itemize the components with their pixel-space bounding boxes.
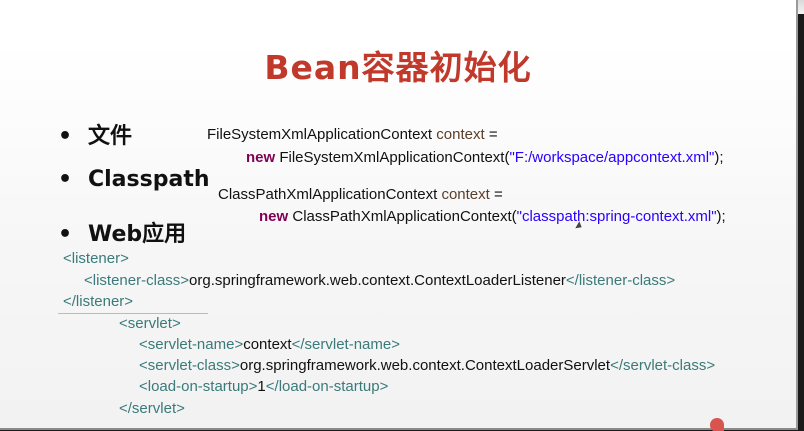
presentation-slide: Bean容器初始化 • 文件 • Classpath • Web应用 FileSyst…: [0, 0, 798, 430]
code-end: );: [716, 208, 726, 225]
bullet-label: 文件: [88, 124, 133, 149]
xml-tag: <servlet>: [119, 315, 181, 332]
code-type: ClassPathXmlApplicationContext: [218, 186, 438, 203]
code-type: FileSystemXmlApplicationContext: [207, 126, 433, 143]
code-call: FileSystemXmlApplicationContext(: [279, 149, 510, 166]
file-code-line-1: FileSystemXmlApplicationContext context …: [207, 126, 498, 143]
xml-listener-open: <listener>: [63, 250, 129, 267]
xml-listener-class: <listener-class>org.springframework.web.…: [84, 272, 675, 289]
bullet-web: • Web应用: [58, 216, 186, 248]
xml-tag: <listener-class>: [84, 272, 190, 289]
xml-value: context: [243, 336, 292, 353]
classpath-code-line-2: new ClassPathXmlApplicationContext("clas…: [259, 208, 726, 225]
code-equals: =: [494, 186, 503, 203]
logo-mark-icon: [710, 418, 724, 431]
xml-servlet-open: <servlet>: [119, 315, 181, 332]
bullet-dot-icon: •: [58, 124, 73, 149]
code-keyword: new: [259, 208, 289, 225]
xml-tag: </load-on-startup>: [265, 378, 389, 395]
xml-servlet-name: <servlet-name>context</servlet-name>: [139, 336, 400, 353]
bullet-classpath: • Classpath: [58, 167, 210, 192]
separator-line: [58, 313, 208, 314]
xml-tag: <servlet-name>: [139, 336, 244, 353]
xml-load-on-startup: <load-on-startup>1</load-on-startup>: [139, 378, 388, 395]
xml-servlet-class: <servlet-class>org.springframework.web.c…: [139, 357, 715, 374]
xml-tag: <listener>: [63, 250, 129, 267]
xml-tag: </servlet-name>: [291, 336, 400, 353]
code-call: ClassPathXmlApplicationContext(: [292, 208, 517, 225]
code-end: );: [714, 149, 724, 166]
xml-tag: </listener-class>: [565, 272, 676, 289]
classpath-code-line-1: ClassPathXmlApplicationContext context =: [218, 186, 503, 203]
xml-listener-close: </listener>: [63, 293, 133, 310]
code-variable: context: [436, 126, 485, 143]
xml-tag: </servlet-class>: [610, 357, 716, 374]
xml-value: org.springframework.web.context.ContextL…: [239, 357, 611, 374]
bullet-label: Classpath: [88, 167, 210, 192]
bullet-dot-icon: •: [58, 167, 73, 192]
xml-tag: </listener>: [63, 293, 134, 310]
code-string: "classpath:spring-context.xml": [516, 208, 717, 225]
xml-tag: <servlet-class>: [139, 357, 240, 374]
brand-logo: [710, 417, 780, 431]
bullet-dot-icon: •: [58, 222, 73, 247]
code-string: "F:/workspace/appcontext.xml": [509, 149, 715, 166]
file-code-line-2: new FileSystemXmlApplicationContext("F:/…: [246, 149, 724, 166]
xml-tag: <load-on-startup>: [139, 378, 258, 395]
code-equals: =: [488, 126, 498, 143]
xml-value: org.springframework.web.context.ContextL…: [189, 272, 566, 289]
bullet-file: • 文件: [58, 118, 132, 150]
code-variable: context: [441, 186, 490, 203]
bullet-label: Web应用: [88, 222, 187, 247]
xml-tag: </servlet>: [119, 400, 185, 417]
xml-value: 1: [257, 378, 266, 395]
xml-servlet-close: </servlet>: [119, 400, 185, 417]
code-keyword: new: [246, 149, 276, 166]
slide-title: Bean容器初始化: [264, 48, 532, 87]
